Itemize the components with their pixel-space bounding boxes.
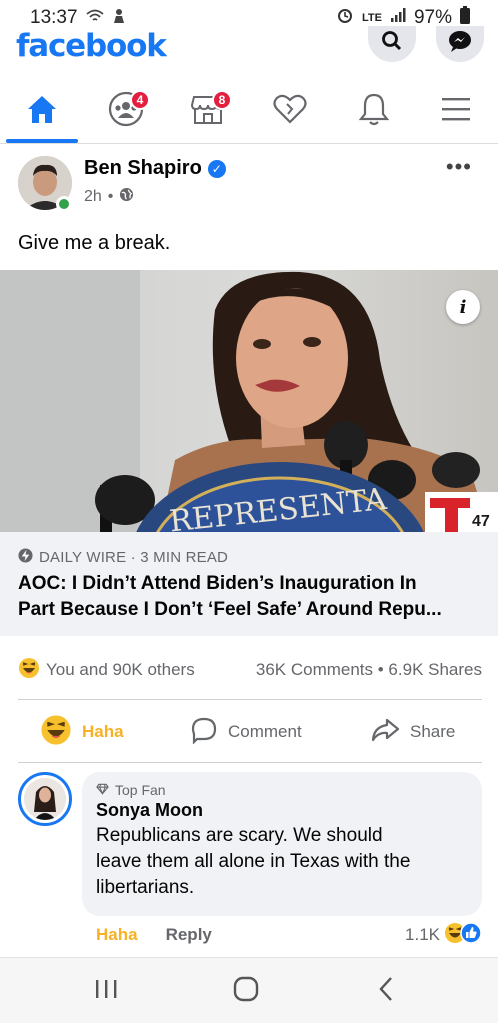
link-headline-line2: Part Because I Don’t ‘Feel Safe’ Around … <box>18 599 442 620</box>
recent-apps-button[interactable] <box>86 976 126 1006</box>
reply-button[interactable]: Reply <box>166 925 212 945</box>
network-type: LTE <box>362 12 382 24</box>
system-nav-bar <box>0 957 498 1023</box>
app-header: facebook <box>0 26 498 74</box>
comment-button[interactable]: Comment <box>190 703 302 761</box>
comment-reactions[interactable]: 1.1K <box>405 921 482 949</box>
more-options-icon[interactable]: ••• <box>446 154 472 180</box>
messenger-icon <box>448 30 472 58</box>
wifi-icon <box>85 9 104 27</box>
tab-groups[interactable]: 4 <box>86 80 166 142</box>
share-icon <box>370 717 400 748</box>
post-header: Ben Shapiro ✓ 2h • ••• <box>0 150 498 220</box>
post-text: Give me a break. <box>18 232 171 254</box>
divider <box>18 762 482 763</box>
search-button[interactable] <box>368 26 416 62</box>
comment-label: Comment <box>228 722 302 741</box>
author-name[interactable]: Ben Shapiro <box>84 157 202 180</box>
bolt-icon <box>18 548 33 567</box>
person-icon <box>112 8 126 28</box>
share-label: Share <box>410 722 456 741</box>
tab-home[interactable] <box>2 80 82 143</box>
post-actions: Haha Comment Share <box>0 703 498 761</box>
main-nav: 4 8 <box>0 80 498 144</box>
comment-line3: libertarians. <box>96 877 195 898</box>
verified-icon: ✓ <box>207 159 226 178</box>
facebook-logo[interactable]: facebook <box>16 28 167 64</box>
top-fan-row: Top Fan <box>96 782 468 798</box>
diamond-icon <box>96 782 109 798</box>
haha-button[interactable]: Haha <box>40 703 124 761</box>
divider <box>18 699 482 700</box>
reactions-text[interactable]: You and 90K others <box>46 660 195 680</box>
comment-bubble[interactable]: Top Fan Sonya Moon Republicans are scary… <box>82 772 482 916</box>
comment-line1: Republicans are scary. We should <box>96 825 383 846</box>
haha-reaction-icon <box>18 657 40 684</box>
haha-icon <box>40 714 72 751</box>
home-system-button[interactable] <box>226 976 266 1006</box>
marketplace-badge: 8 <box>212 90 232 110</box>
home-icon <box>26 94 58 129</box>
comment-line2: leave them all alone in Texas with the <box>96 851 411 872</box>
link-preview-info[interactable]: DAILY WIRE · 3 MIN READ AOC: I Didn’t At… <box>0 532 498 636</box>
groups-badge: 4 <box>130 90 150 110</box>
link-preview-image[interactable]: REPRESENTA 47 i <box>0 270 498 532</box>
recent-apps-icon <box>94 978 118 1005</box>
tab-dating[interactable] <box>250 80 330 142</box>
author-row: Ben Shapiro ✓ <box>84 157 226 180</box>
post-time[interactable]: 2h <box>84 188 102 206</box>
haha-label: Haha <box>82 722 124 741</box>
post-counts: You and 90K others 36K Comments • 6.9K S… <box>18 650 482 690</box>
comment-reaction-count: 1.1K <box>405 925 440 944</box>
post-meta: 2h • <box>84 187 134 207</box>
link-source-row: DAILY WIRE · 3 MIN READ <box>18 548 480 567</box>
stats-text[interactable]: 36K Comments • 6.9K Shares <box>256 660 482 680</box>
tab-menu[interactable] <box>416 80 496 142</box>
commenter-name[interactable]: Sonya Moon <box>96 800 468 821</box>
globe-icon <box>119 187 134 207</box>
commenter-avatar[interactable] <box>18 772 72 826</box>
info-icon[interactable]: i <box>446 290 480 324</box>
like-reaction-icon <box>460 921 482 949</box>
hamburger-icon <box>441 96 471 127</box>
back-icon <box>376 976 396 1007</box>
mic-label: 47 <box>472 513 490 530</box>
heart-icon <box>273 94 307 129</box>
search-icon <box>381 30 403 58</box>
tab-marketplace[interactable]: 8 <box>168 80 248 142</box>
comment-actions: Haha Reply 1.1K <box>96 920 482 950</box>
messenger-button[interactable] <box>436 26 484 62</box>
link-source: DAILY WIRE · 3 MIN READ <box>39 549 229 566</box>
bell-icon <box>358 92 390 131</box>
home-circle-icon <box>233 976 259 1007</box>
comment-haha-button[interactable]: Haha <box>96 925 138 945</box>
top-fan-badge: Top Fan <box>115 782 166 798</box>
online-indicator <box>56 196 72 212</box>
share-button[interactable]: Share <box>370 703 455 761</box>
comment-icon <box>190 716 218 749</box>
meta-separator: • <box>107 188 114 205</box>
back-button[interactable] <box>366 976 406 1006</box>
article-photo: REPRESENTA 47 <box>0 270 498 532</box>
link-headline-line1: AOC: I Didn’t Attend Biden’s Inauguratio… <box>18 573 417 594</box>
tab-notifications[interactable] <box>334 80 414 142</box>
